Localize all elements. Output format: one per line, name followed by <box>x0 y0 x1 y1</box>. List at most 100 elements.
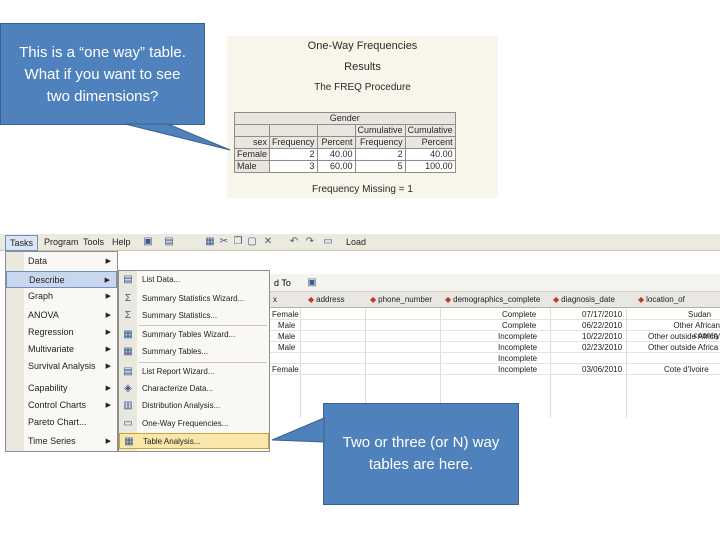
menu-item-label: Summary Tables Wizard... <box>142 330 236 339</box>
menu-tools[interactable]: Tools <box>83 237 104 247</box>
describe-item-summary-stats[interactable]: Σ Summary Statistics... <box>119 308 269 324</box>
callout-one-way: This is a “one way” table. What if you w… <box>0 23 205 125</box>
table-row[interactable]: Incomplete <box>270 354 720 364</box>
table-row[interactable]: Female Incomplete 03/06/2010 Cote d'Ivoi… <box>270 365 720 375</box>
table-wizard-icon: ▦ <box>123 329 133 340</box>
tasks-menu-item-regression[interactable]: Regression ▶ <box>6 324 117 341</box>
load-button[interactable]: Load <box>346 237 366 247</box>
table-title: Gender <box>234 112 456 125</box>
callout-line: What if you want to see <box>24 66 181 83</box>
column-header[interactable]: ◆ phone_number <box>370 295 432 304</box>
table-row[interactable]: Male Incomplete 02/23/2010 Other outside… <box>270 343 720 353</box>
cut-icon[interactable]: ✂ <box>218 236 230 248</box>
grid-toolbar: d To ▣ <box>270 274 720 292</box>
cell: Sudan <box>688 310 712 319</box>
col-head-top: Cumulative <box>404 124 456 137</box>
menu-item-label: Pareto Chart... <box>28 417 87 427</box>
submenu-arrow-icon: ▶ <box>105 329 111 336</box>
describe-item-characterize[interactable]: ◈ Characterize Data... <box>119 381 269 397</box>
frequency-missing: Frequency Missing = 1 <box>312 184 413 195</box>
tasks-menu-item-time-series[interactable]: Time Series ▶ <box>6 433 117 450</box>
print-icon[interactable]: ▦ <box>204 236 216 248</box>
view-icon[interactable]: ▭ <box>322 236 334 248</box>
col-head-top <box>233 124 271 137</box>
undo-icon[interactable]: ↶ <box>288 236 300 248</box>
cell: 07/17/2010 <box>582 310 623 319</box>
menu-item-label: Summary Statistics Wizard... <box>142 294 245 303</box>
table-row: Female 2 40.00 2 40.00 <box>233 148 456 161</box>
menu-item-label: Graph <box>28 291 54 301</box>
cell: Complete <box>502 321 537 330</box>
menu-tasks[interactable]: Tasks <box>5 235 39 251</box>
cell: 60.00 <box>316 160 356 173</box>
callout-n-way: Two or three (or N) way tables are here. <box>323 403 519 505</box>
menu-item-label: Regression <box>28 327 74 337</box>
cell: Female <box>272 310 299 319</box>
open-icon[interactable]: ▤ <box>163 236 175 248</box>
send-icon[interactable]: ▣ <box>306 277 318 289</box>
tasks-menu-item-anova[interactable]: ANOVA ▶ <box>6 307 117 324</box>
table-row[interactable]: Male Complete 06/22/2010 Other African c… <box>270 321 720 340</box>
column-label: diagnosis_date <box>561 295 615 304</box>
describe-item-summary-tables[interactable]: ▦ Summary Tables... <box>119 344 269 360</box>
characterize-icon: ◈ <box>124 383 132 394</box>
cell: 10/22/2010 <box>582 332 623 341</box>
redo-icon[interactable]: ↷ <box>304 236 316 248</box>
col-head-top <box>316 124 356 137</box>
tasks-menu-item-multivariate[interactable]: Multivariate ▶ <box>6 341 117 358</box>
column-header[interactable]: x <box>273 295 277 304</box>
column-type-icon: ◆ <box>553 295 560 304</box>
submenu-arrow-icon: ▶ <box>105 346 111 353</box>
menu-item-label: Table Analysis... <box>143 437 201 446</box>
new-icon[interactable]: ▣ <box>142 236 154 248</box>
cell: 03/06/2010 <box>582 365 623 374</box>
column-label: address <box>316 295 345 304</box>
col-head: sex <box>233 136 271 149</box>
send-to-button[interactable]: d To <box>274 278 291 288</box>
describe-item-distribution[interactable]: ▥ Distribution Analysis... <box>119 398 269 414</box>
describe-item-summary-tables-wizard[interactable]: ▦ Summary Tables Wizard... <box>119 327 269 343</box>
column-header[interactable]: ◆ location_of <box>638 295 685 304</box>
tasks-menu-item-control-charts[interactable]: Control Charts ▶ <box>6 397 117 414</box>
callout-line: This is a “one way” table. <box>19 44 186 61</box>
tasks-menu-item-data[interactable]: Data ▶ <box>6 253 117 270</box>
submenu-arrow-icon: ▶ <box>105 312 111 319</box>
menu-item-label: Describe <box>29 275 65 285</box>
describe-item-table-analysis[interactable]: ▦ Table Analysis... <box>119 433 269 449</box>
describe-item-one-way-frequencies[interactable]: ▭ One-Way Frequencies... <box>119 416 269 432</box>
sigma-icon: Σ <box>124 310 132 321</box>
column-label: location_of <box>646 295 685 304</box>
cell: Incomplete <box>498 365 538 374</box>
menu-item-label: Summary Tables... <box>142 347 209 356</box>
table-icon: ▦ <box>123 346 133 357</box>
column-header[interactable]: ◆ diagnosis_date <box>553 295 615 304</box>
tasks-menu-item-describe[interactable]: Describe ▶ <box>6 271 117 288</box>
describe-item-list-data[interactable]: ▤ List Data... <box>119 272 269 288</box>
describe-item-summary-stats-wizard[interactable]: Σ Summary Statistics Wizard... <box>119 291 269 307</box>
tasks-menu-item-pareto[interactable]: Pareto Chart... <box>6 414 117 431</box>
sas-frequency-output: One-Way Frequencies Results The FREQ Pro… <box>227 36 498 198</box>
cell: 2 <box>269 148 318 161</box>
tasks-menu-item-survival[interactable]: Survival Analysis ▶ <box>6 358 117 375</box>
menu-help[interactable]: Help <box>112 237 131 247</box>
callout-line: two dimensions? <box>46 88 159 105</box>
submenu-arrow-icon: ▶ <box>105 385 111 392</box>
tasks-menu-item-capability[interactable]: Capability ▶ <box>6 380 117 397</box>
output-procedure: The FREQ Procedure <box>314 82 411 93</box>
cell: 100.00 <box>404 160 456 173</box>
output-title: One-Way Frequencies <box>307 40 418 52</box>
tasks-menu-item-graph[interactable]: Graph ▶ <box>6 288 117 305</box>
delete-icon[interactable]: ✕ <box>262 236 274 248</box>
copy-icon[interactable]: ❐ <box>232 236 244 248</box>
column-label: phone_number <box>378 295 432 304</box>
table-row[interactable]: Female Complete 07/17/2010 Sudan <box>270 310 720 320</box>
table-row[interactable]: Male Incomplete 10/22/2010 Other outside… <box>270 332 720 342</box>
paste-icon[interactable]: ▢ <box>246 236 258 248</box>
submenu-arrow-icon: ▶ <box>104 277 110 284</box>
menu-program[interactable]: Program <box>44 237 79 247</box>
column-header[interactable]: ◆ address <box>308 295 345 304</box>
cell: 5 <box>354 160 406 173</box>
describe-item-list-report-wizard[interactable]: ▤ List Report Wizard... <box>119 364 269 380</box>
cell: Complete <box>502 310 537 319</box>
column-header[interactable]: ◆ demographics_complete <box>445 295 540 304</box>
